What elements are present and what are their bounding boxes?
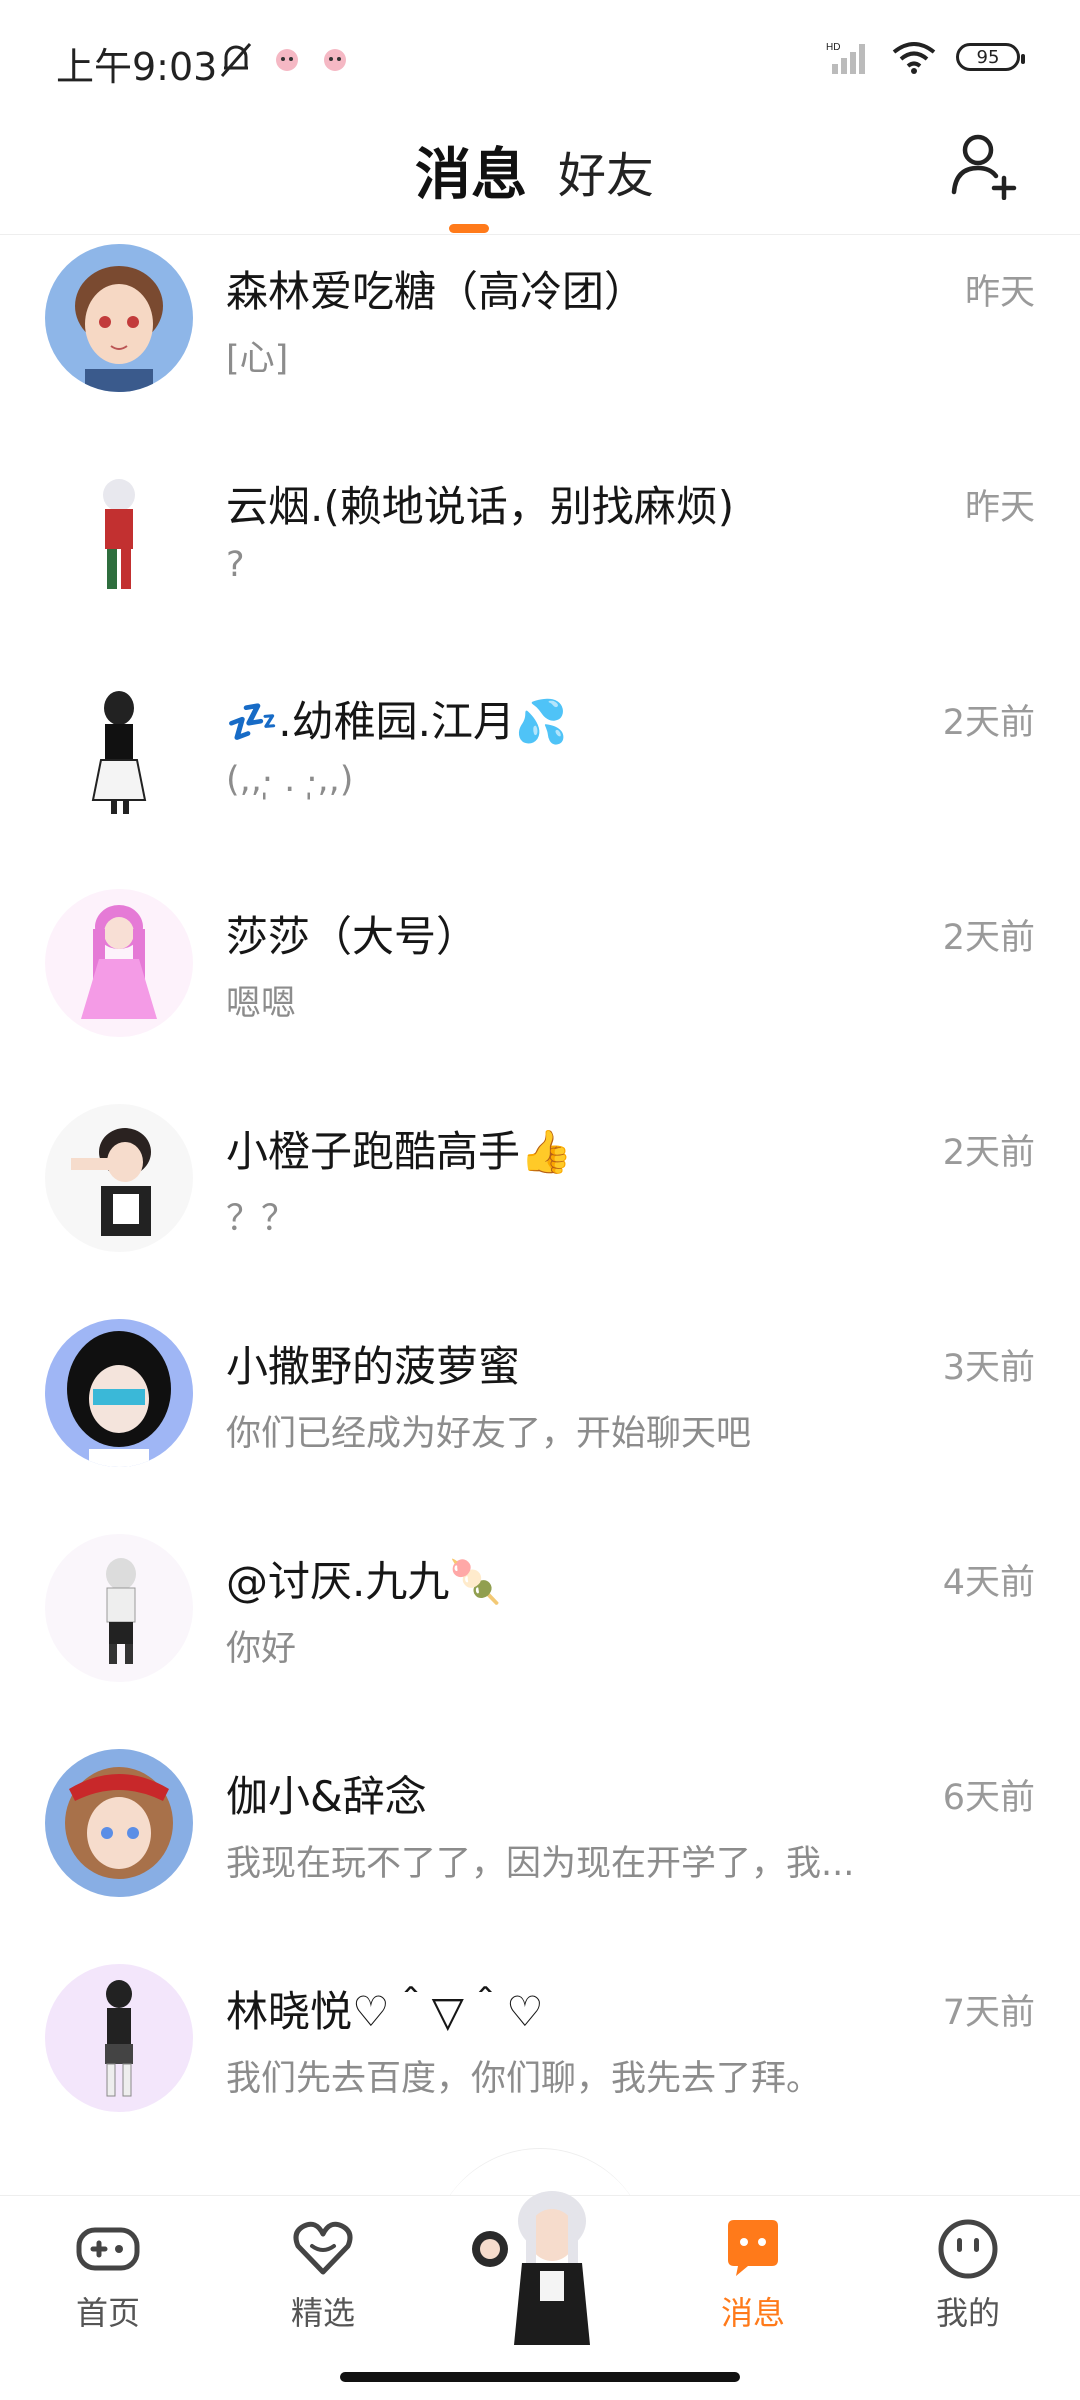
conversation-item[interactable]: @讨厌.九九🍡 你好 4天前 [0,1528,1080,1743]
nav-featured-label: 精选 [290,2294,355,2332]
conversation-preview: [心] [226,339,289,379]
conversation-time: 4天前 [942,1563,1035,1603]
avatar-image [45,1534,193,1682]
conversation-time: 7天前 [942,1993,1035,2033]
conversation-item[interactable]: 小橙子跑酷高手👍 ？？ 2天前 [0,1098,1080,1313]
conversation-time: 昨天 [964,488,1035,528]
conversation-preview: 你们已经成为好友了，开始聊天吧 [226,1414,752,1454]
conversation-time: 昨天 [964,273,1035,313]
avatar[interactable] [45,889,193,1037]
conversation-time: 2天前 [942,1133,1035,1173]
conversation-time: 2天前 [942,918,1035,958]
bell-muted-icon [220,43,252,77]
app-notification-icon [324,49,346,71]
conversation-preview: (,,·̩̩̩ . ·̩̩̩,,) [226,760,354,800]
conversation-item[interactable]: 伽小&辞念 我现在玩不了了，因为现在开学了，我... 6天前 [0,1743,1080,1958]
conversation-time: 6天前 [942,1778,1035,1818]
nav-messages-label: 消息 [720,2294,785,2332]
status-bar: 上午9:03 HD 95 [0,0,1080,120]
avatar-image [45,1749,193,1897]
add-friend-icon[interactable] [950,130,1020,200]
conversation-preview: 你好 [226,1629,297,1669]
signal-icon: HD [826,42,865,74]
avatar[interactable] [45,1964,193,2112]
home-indicator[interactable] [340,2372,740,2382]
conversation-name: @讨厌.九九🍡 [226,1557,502,1606]
conversation-name: 小撒野的菠萝蜜 [226,1342,521,1391]
conversation-item[interactable]: 云烟.(赖地说话，别找麻烦) ? 昨天 [0,453,1080,668]
center-character-button[interactable] [460,2175,620,2345]
conversation-preview: ？？ [226,1199,297,1239]
conversation-item[interactable]: 森林爱吃糖（高冷团） [心] 昨天 [0,238,1080,453]
avatar[interactable] [45,674,193,822]
conversation-time: 3天前 [942,1348,1035,1388]
nav-home[interactable]: 首页 [38,2216,178,2334]
avatar-image [45,244,193,392]
conversation-name: 伽小&辞念 [226,1772,427,1821]
conversation-name: 小橙子跑酷高手👍 [226,1127,573,1176]
heart-icon [293,2221,353,2275]
nav-mine-label: 我的 [935,2294,1000,2332]
chat-bubble-icon [728,2220,778,2276]
status-time: 上午9:03 [56,45,218,89]
header: 消息 好友 [0,120,1080,235]
avatar[interactable] [45,244,193,392]
battery-level: 95 [976,46,1000,68]
conversation-preview: 我们先去百度，你们聊，我先去了拜。 [226,2059,822,2099]
tab-friends[interactable]: 好友 [558,136,654,206]
app-notification-icon [276,49,298,71]
conversation-preview: 嗯嗯 [226,984,297,1024]
nav-mine[interactable]: 我的 [898,2216,1038,2334]
wifi-icon [892,42,936,74]
conversation-name: 林晓悦♡＾▽＾♡ [226,1987,544,2036]
gamepad-icon [76,2227,140,2271]
avatar[interactable] [45,1319,193,1467]
active-tab-indicator [449,224,489,233]
smiley-face-icon [938,2219,998,2279]
avatar-image [45,1104,193,1252]
conversation-name: 💤.幼稚园.江月💦 [226,697,568,746]
conversation-list: 森林爱吃糖（高冷团） [心] 昨天 云烟.(赖地说话，别找麻烦) ? 昨天 💤.… [0,238,1080,2173]
conversation-name: 莎莎（大号） [226,912,479,961]
nav-home-label: 首页 [75,2294,140,2332]
avatar-image [45,889,193,1037]
nav-messages[interactable]: 消息 [683,2216,823,2334]
avatar-image [45,1319,193,1467]
avatar-image [45,674,193,822]
battery-indicator: 95 [956,43,1025,71]
avatar[interactable] [45,1749,193,1897]
conversation-item[interactable]: 林晓悦♡＾▽＾♡ 我们先去百度，你们聊，我先去了拜。 7天前 [0,1958,1080,2173]
conversation-item[interactable]: 小撒野的菠萝蜜 你们已经成为好友了，开始聊天吧 3天前 [0,1313,1080,1528]
status-icons-right: HD 95 [826,40,1025,74]
avatar[interactable] [45,1534,193,1682]
conversation-item[interactable]: 莎莎（大号） 嗯嗯 2天前 [0,883,1080,1098]
avatar-image [45,1964,193,2112]
conversation-preview: 我现在玩不了了，因为现在开学了，我... [226,1844,855,1884]
conversation-item[interactable]: 💤.幼稚园.江月💦 (,,·̩̩̩ . ·̩̩̩,,) 2天前 [0,668,1080,883]
nav-featured[interactable]: 精选 [253,2216,393,2334]
avatar[interactable] [45,459,193,607]
conversation-name: 云烟.(赖地说话，别找麻烦) [226,482,735,531]
status-icons-left [218,40,350,80]
conversation-name: 森林爱吃糖（高冷团） [226,267,647,316]
conversation-preview: ? [226,545,245,585]
avatar[interactable] [45,1104,193,1252]
avatar-image [45,459,193,607]
tab-messages[interactable]: 消息 [415,130,527,211]
conversation-time: 2天前 [942,703,1035,743]
network-label: HD [826,42,840,53]
